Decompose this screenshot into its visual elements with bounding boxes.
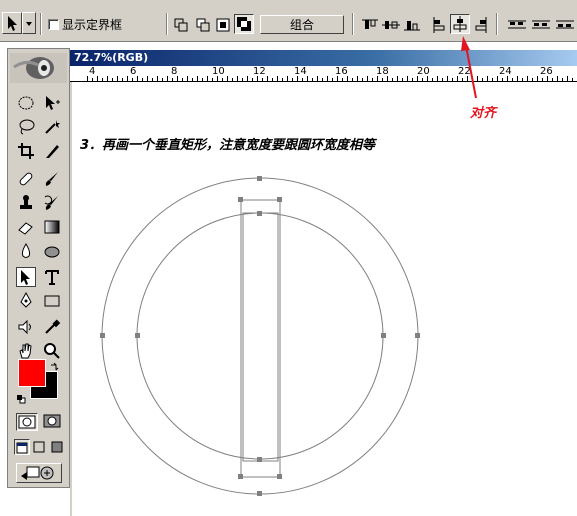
anchor-point	[381, 333, 386, 338]
anchor-point	[135, 333, 140, 338]
anchor-point	[100, 333, 105, 338]
anchor-point	[257, 176, 262, 181]
vertical-rectangle-inner[interactable]	[242, 212, 279, 462]
shape-drawing[interactable]	[0, 0, 577, 516]
anchor-point	[238, 474, 243, 479]
anchor-point	[415, 333, 420, 338]
align-annotation-arrow	[461, 36, 477, 99]
align-annotation-label: 对齐	[470, 106, 497, 121]
outer-circle-path[interactable]	[101, 177, 419, 495]
inner-circle-path[interactable]	[136, 212, 384, 460]
anchor-point	[277, 197, 282, 202]
vertical-rectangle-outer[interactable]	[240, 199, 281, 478]
anchor-point	[257, 211, 262, 216]
anchor-point	[257, 457, 262, 462]
anchor-point	[257, 491, 262, 496]
anchor-point	[238, 197, 243, 202]
anchor-point	[277, 474, 282, 479]
instruction-text: 3．再画一个垂直矩形，注意宽度要跟圆环宽度相等	[80, 138, 376, 153]
